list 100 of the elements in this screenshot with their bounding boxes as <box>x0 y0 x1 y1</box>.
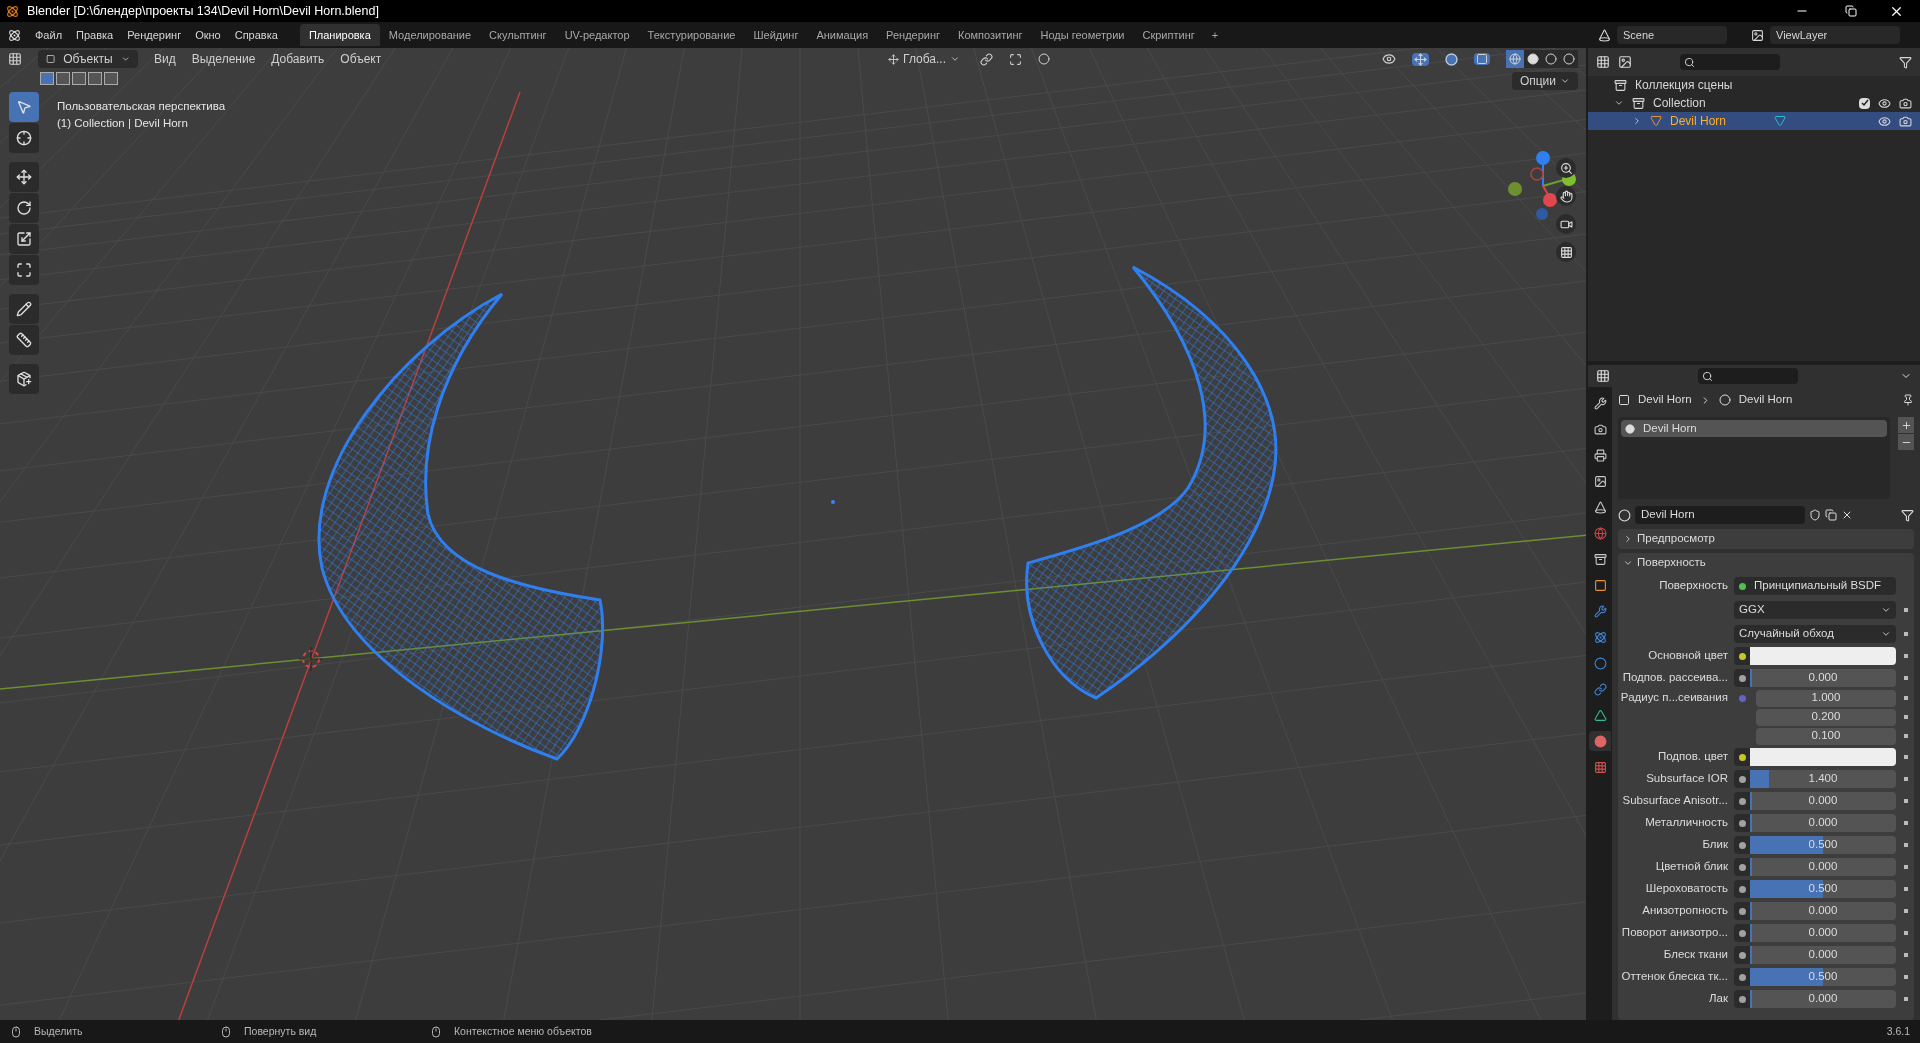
expand-icon[interactable] <box>1614 98 1624 108</box>
view-layer-field[interactable]: ViewLayer <box>1770 26 1900 44</box>
gizmo-icon[interactable] <box>1412 52 1429 66</box>
vector-value-field[interactable]: 0.100 <box>1756 727 1896 745</box>
close-icon[interactable] <box>1841 509 1853 521</box>
menu-item[interactable]: Выделение <box>191 50 256 68</box>
color-swatch[interactable] <box>1750 748 1896 766</box>
material-name-field[interactable]: Devil Horn <box>1635 506 1805 524</box>
menu-item[interactable]: Добавить <box>271 50 325 68</box>
checkbox[interactable] <box>1859 97 1870 109</box>
panel-header[interactable]: Предпросмотр <box>1618 529 1914 549</box>
value-slider[interactable]: 0.000 <box>1750 902 1896 920</box>
tool-button[interactable] <box>9 294 39 324</box>
tree-item[interactable]: Collection <box>1653 94 1706 112</box>
workspace-tab[interactable]: Ноды геометрии <box>1031 24 1134 46</box>
restore-icon[interactable] <box>1845 5 1857 17</box>
vector-value-field[interactable]: 1.000 <box>1756 689 1896 707</box>
tool-button[interactable] <box>9 255 39 285</box>
camera-icon[interactable] <box>1899 96 1912 110</box>
shading-button[interactable] <box>1560 50 1578 68</box>
workspace-tab[interactable]: Текстурирование <box>638 24 745 46</box>
value-slider[interactable]: 0.000 <box>1750 946 1896 964</box>
vector-value-field[interactable]: 0.200 <box>1756 708 1896 726</box>
shader-field[interactable]: Принципиальный BSDF <box>1734 577 1896 595</box>
tool-button[interactable] <box>9 162 39 192</box>
camera-icon[interactable] <box>1556 214 1576 234</box>
menu-item[interactable]: Файл <box>35 26 63 44</box>
dropdown[interactable]: Случайный обход <box>1734 625 1896 643</box>
xray-icon[interactable] <box>1474 53 1490 65</box>
workspace-tab[interactable]: UV-редактор <box>555 24 639 46</box>
snap-icon[interactable] <box>1009 52 1022 66</box>
editor-type-icon[interactable] <box>8 52 22 66</box>
menu-item[interactable]: Окно <box>195 26 221 44</box>
search-field[interactable] <box>1698 368 1798 384</box>
shading-button[interactable] <box>1524 50 1542 68</box>
add-slot-icon[interactable] <box>1898 417 1914 433</box>
tool-button[interactable] <box>9 193 39 223</box>
material-browse-icon[interactable] <box>1618 508 1631 522</box>
zoom-icon[interactable] <box>1556 158 1576 178</box>
color-swatch[interactable] <box>1750 647 1896 665</box>
visibility-icon[interactable] <box>1382 52 1396 66</box>
dropdown[interactable]: GGX <box>1734 601 1896 619</box>
overlay-icon[interactable] <box>1445 52 1458 66</box>
navigation-gizmo[interactable] <box>1508 151 1576 220</box>
value-slider[interactable]: 0.000 <box>1750 814 1896 832</box>
filter-icon[interactable] <box>1899 55 1912 69</box>
menu-item[interactable]: Вид <box>154 50 176 68</box>
workspace-tab[interactable]: Шейдинг <box>744 24 808 46</box>
workspace-tab[interactable]: Анимация <box>807 24 878 46</box>
link-icon[interactable] <box>980 52 993 66</box>
display-mode-icon[interactable] <box>1618 55 1632 69</box>
material-slot[interactable]: Devil Horn <box>1621 420 1887 437</box>
tool-button[interactable] <box>9 325 39 355</box>
value-slider[interactable]: 0.500 <box>1750 836 1896 854</box>
workspace-tab[interactable]: Скриптинг <box>1133 24 1204 46</box>
scene-field[interactable]: Scene <box>1617 26 1727 44</box>
scene-icon[interactable] <box>1598 28 1611 42</box>
expand-icon[interactable] <box>1632 116 1642 126</box>
workspace-tab[interactable]: Планировка <box>299 24 380 46</box>
menu-item[interactable]: Рендеринг <box>127 26 182 44</box>
filter-icon[interactable] <box>1901 508 1914 522</box>
value-slider[interactable]: 0.500 <box>1750 968 1896 986</box>
tree-row[interactable]: Devil Horn <box>1588 112 1920 130</box>
value-slider[interactable]: 0.000 <box>1750 924 1896 942</box>
hand-icon[interactable] <box>1556 186 1576 206</box>
options-dropdown[interactable]: Опции <box>1511 72 1578 90</box>
tool-button[interactable] <box>9 224 39 254</box>
duplicate-icon[interactable] <box>1825 509 1837 521</box>
grid-icon[interactable] <box>1556 242 1576 262</box>
view-layer-icon[interactable] <box>1751 28 1764 42</box>
proportional-icon[interactable] <box>1038 53 1050 65</box>
tree-item[interactable]: Коллекция сцены <box>1635 76 1733 94</box>
shield-icon[interactable] <box>1809 509 1821 521</box>
orientation-dropdown[interactable]: Глоба... <box>884 50 964 68</box>
value-slider[interactable]: 0.000 <box>1750 669 1896 687</box>
panel-header[interactable]: Поверхность <box>1618 553 1914 573</box>
workspace-tab[interactable]: Скульптинг <box>480 24 556 46</box>
menu-item[interactable]: Объект <box>340 50 382 68</box>
add-workspace-button[interactable]: + <box>1203 24 1227 46</box>
menu-item[interactable]: Справка <box>234 26 278 44</box>
select-mode-icon[interactable] <box>88 72 102 85</box>
3d-cursor-icon[interactable] <box>298 646 324 672</box>
blender-menu-icon[interactable] <box>8 28 21 42</box>
value-slider[interactable]: 0.000 <box>1750 792 1896 810</box>
camera-icon[interactable] <box>1899 114 1912 128</box>
tool-button[interactable] <box>9 364 39 394</box>
tool-button[interactable] <box>9 123 39 153</box>
workspace-tab[interactable]: Моделирование <box>379 24 481 46</box>
editor-type-icon[interactable] <box>1596 55 1610 69</box>
pin-icon[interactable] <box>1902 394 1914 406</box>
editor-type-icon[interactable] <box>1596 369 1610 383</box>
search-field[interactable] <box>1680 54 1780 70</box>
remove-slot-icon[interactable] <box>1898 434 1914 450</box>
value-slider[interactable]: 1.400 <box>1750 770 1896 788</box>
value-slider[interactable]: 0.000 <box>1750 990 1896 1008</box>
select-mode-icon[interactable] <box>104 72 118 85</box>
mesh-data-icon[interactable] <box>1774 115 1786 127</box>
menu-item[interactable]: Правка <box>76 26 114 44</box>
workspace-tab[interactable]: Композитинг <box>949 24 1032 46</box>
select-mode-icon[interactable] <box>56 72 70 85</box>
